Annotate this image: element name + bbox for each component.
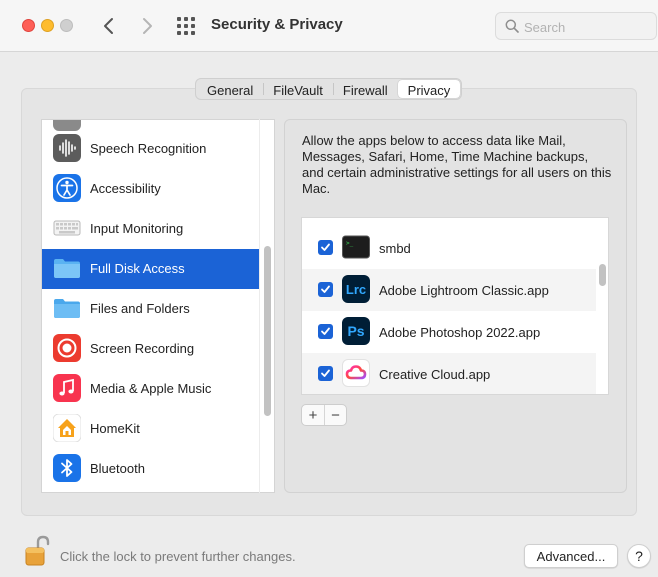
checkbox[interactable] <box>318 324 333 339</box>
photoshop-icon-text: Ps <box>347 323 365 339</box>
checkbox[interactable] <box>318 282 333 297</box>
folder-icon <box>53 254 81 282</box>
photoshop-icon: Ps <box>342 317 370 345</box>
sidebar-item-label: Accessibility <box>90 181 161 196</box>
sidebar-item-label: Files and Folders <box>90 301 190 316</box>
checkbox[interactable] <box>318 366 333 381</box>
checkbox[interactable] <box>318 240 333 255</box>
tab-general[interactable]: General <box>197 80 263 98</box>
grid-icon <box>177 17 195 35</box>
zoom-window-button[interactable] <box>60 19 73 32</box>
list-item[interactable]: Creative Cloud.app <box>302 353 596 394</box>
folder-icon <box>53 294 81 322</box>
list-item[interactable]: Ps Adobe Photoshop 2022.app <box>302 311 596 353</box>
list-item[interactable]: >_ smbd <box>302 227 596 269</box>
sidebar-item-input-monitoring[interactable]: Input Monitoring <box>42 209 260 249</box>
app-list[interactable]: >_ smbd Lrc Adobe Lightroom Classic.app … <box>301 217 609 395</box>
title-bar: Security & Privacy <box>0 0 658 52</box>
privacy-category-list[interactable]: Speech Recognition Accessibility Input M… <box>41 119 275 493</box>
help-button[interactable]: ? <box>627 544 651 568</box>
list-item-partial <box>302 218 596 224</box>
tab-bar: General FileVault Firewall Privacy <box>195 78 463 100</box>
search-icon <box>505 19 519 33</box>
app-name: Adobe Photoshop 2022.app <box>379 325 541 340</box>
sidebar-item-homekit[interactable]: HomeKit <box>42 409 260 449</box>
waveform-icon <box>53 134 81 162</box>
app-name: smbd <box>379 241 411 256</box>
add-remove-control: + − <box>301 404 347 426</box>
description-text: Allow the apps below to access data like… <box>302 133 612 196</box>
sidebar-item-label: Screen Recording <box>90 341 195 356</box>
keyboard-icon <box>53 214 81 242</box>
terminal-icon: >_ <box>342 233 370 261</box>
chevron-left-icon <box>104 18 113 34</box>
remove-app-button[interactable]: − <box>324 405 346 425</box>
sidebar-item-media-apple-music[interactable]: Media & Apple Music <box>42 369 260 409</box>
sidebar-item-speech-recognition[interactable]: Speech Recognition <box>42 129 260 169</box>
home-icon <box>52 413 82 443</box>
search-field[interactable] <box>495 12 657 40</box>
sidebar-item-bluetooth[interactable]: Bluetooth <box>42 449 260 489</box>
scrollbar-thumb[interactable] <box>599 264 606 286</box>
tab-filevault[interactable]: FileVault <box>263 80 333 98</box>
checkmark-icon <box>321 243 330 251</box>
bluetooth-icon <box>53 454 81 482</box>
screen-recording-icon <box>53 334 81 362</box>
forward-button[interactable] <box>136 14 158 38</box>
lightroom-icon: Lrc <box>342 275 370 303</box>
accessibility-icon <box>53 174 81 202</box>
back-button[interactable] <box>98 14 120 38</box>
lock-icon[interactable] <box>24 534 50 568</box>
sidebar-item-screen-recording[interactable]: Screen Recording <box>42 329 260 369</box>
creative-cloud-icon <box>342 359 370 387</box>
advanced-button[interactable]: Advanced... <box>524 544 618 568</box>
lock-hint-text: Click the lock to prevent further change… <box>60 549 296 564</box>
add-app-button[interactable]: + <box>302 405 324 425</box>
sidebar-item-files-and-folders[interactable]: Files and Folders <box>42 289 260 329</box>
checkmark-icon <box>321 285 330 293</box>
minimize-window-button[interactable] <box>41 19 54 32</box>
sidebar-item-full-disk-access[interactable]: Full Disk Access <box>42 249 260 289</box>
svg-text:>_: >_ <box>346 240 354 247</box>
sidebar-item-label: Speech Recognition <box>90 141 207 156</box>
sidebar-item-label: HomeKit <box>90 421 140 436</box>
tab-firewall[interactable]: Firewall <box>332 80 398 98</box>
checkmark-icon <box>321 327 330 335</box>
window-title: Security & Privacy <box>211 16 343 33</box>
chevron-right-icon <box>143 18 152 34</box>
music-note-icon <box>53 374 81 402</box>
app-name: Adobe Lightroom Classic.app <box>379 283 549 298</box>
sidebar-item-label: Bluetooth <box>90 461 145 476</box>
show-all-button[interactable] <box>176 16 196 36</box>
checkmark-icon <box>321 369 330 377</box>
sidebar-item-label: Input Monitoring <box>90 221 184 236</box>
scrollbar-thumb[interactable] <box>264 246 271 416</box>
close-window-button[interactable] <box>22 19 35 32</box>
lightroom-icon-text: Lrc <box>345 281 367 297</box>
sidebar-item-accessibility[interactable]: Accessibility <box>42 169 260 209</box>
sidebar-item-label: Full Disk Access <box>90 261 185 276</box>
app-name: Creative Cloud.app <box>379 367 491 382</box>
search-input[interactable] <box>524 18 649 36</box>
tab-privacy[interactable]: Privacy <box>397 80 461 98</box>
list-item[interactable]: Lrc Adobe Lightroom Classic.app <box>302 269 596 311</box>
sidebar-item-label: Media & Apple Music <box>90 381 212 396</box>
